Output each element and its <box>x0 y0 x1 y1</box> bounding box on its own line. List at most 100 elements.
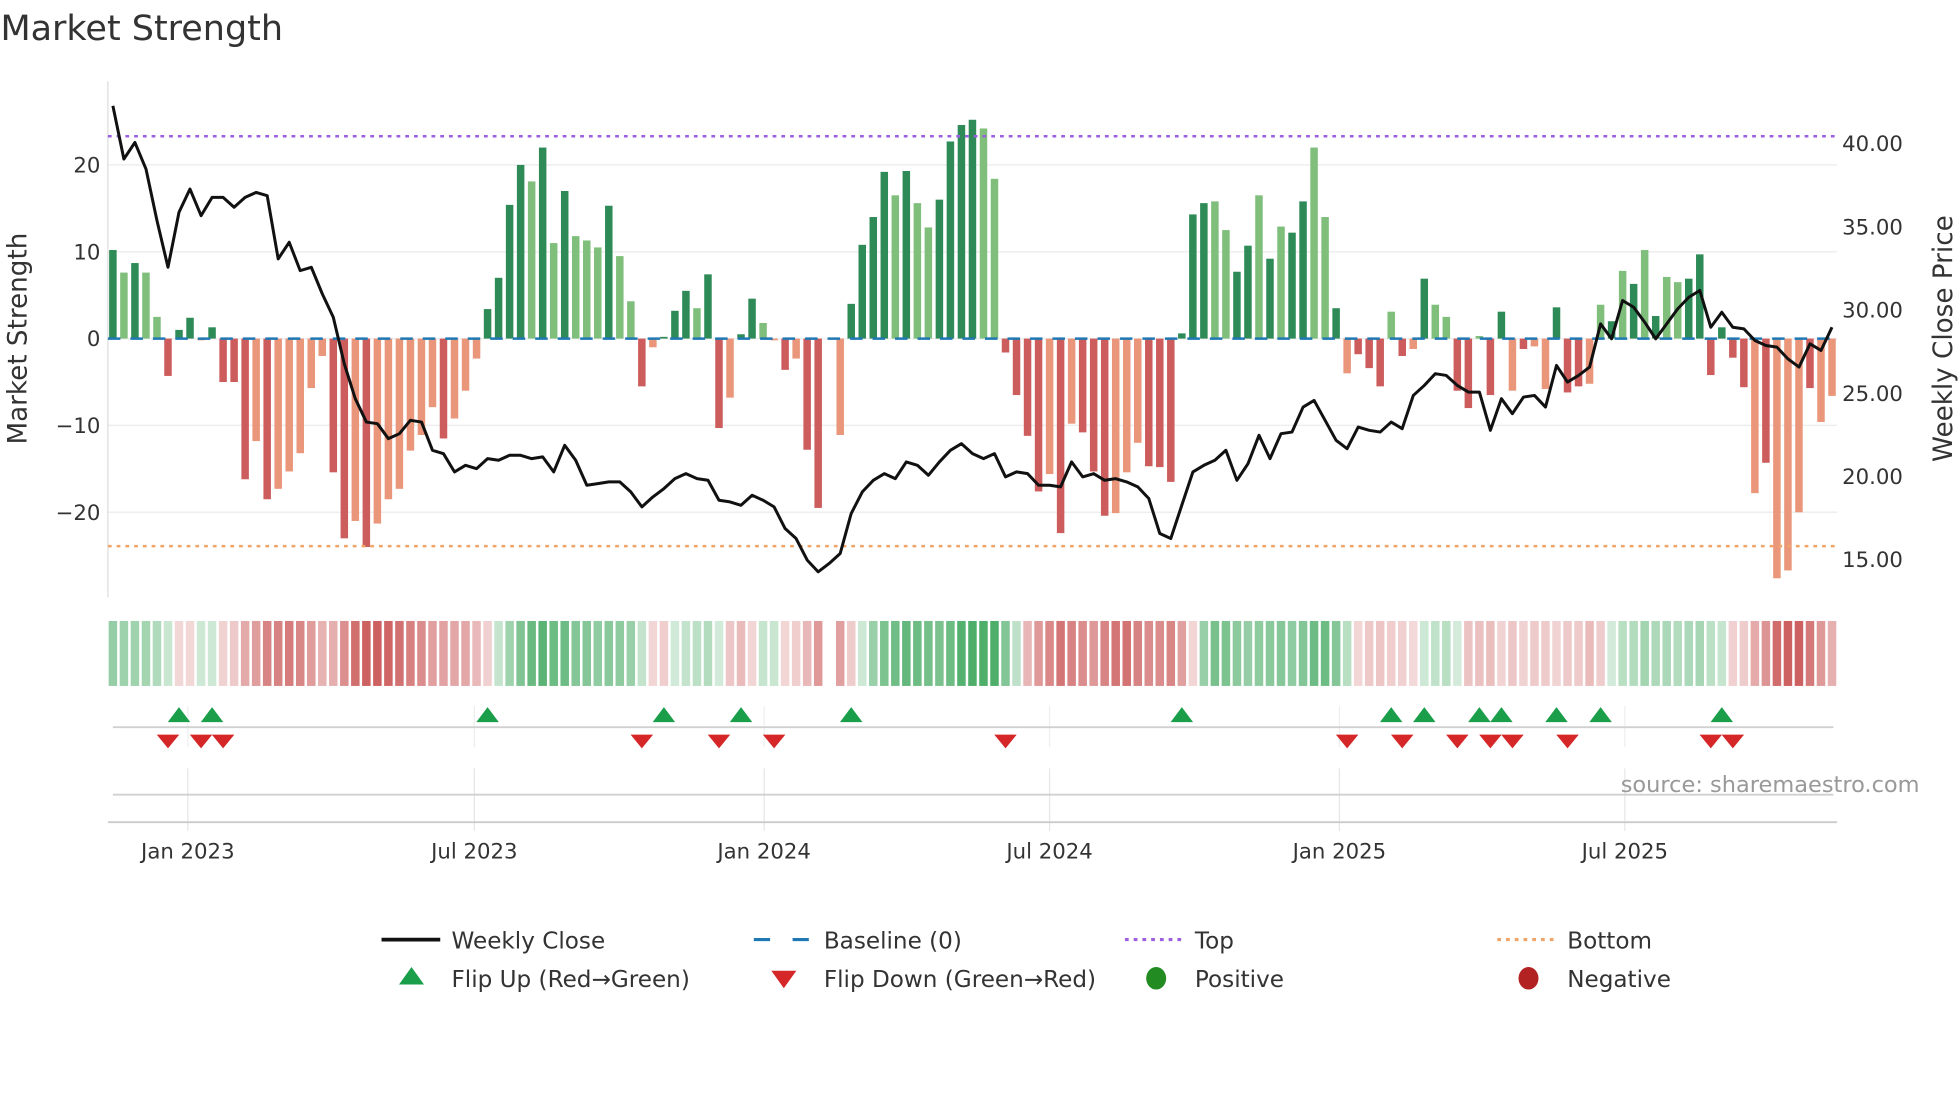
strip-cell <box>637 620 647 686</box>
strength-bar <box>230 338 238 383</box>
y2-tick-label: 25.00 <box>1842 382 1903 407</box>
strength-bar <box>285 338 293 472</box>
strip-cell <box>560 620 569 686</box>
strip-cell <box>406 620 415 686</box>
strip-cell <box>1717 620 1727 686</box>
strip-cell <box>1596 620 1605 686</box>
strip-cell <box>1585 620 1594 686</box>
strength-bar <box>605 205 613 339</box>
strip-cell <box>1651 620 1660 686</box>
flip-down-marker <box>630 734 654 749</box>
strength-bar <box>1541 338 1550 389</box>
strength-bar <box>1012 338 1021 396</box>
strip-cell <box>1673 620 1682 686</box>
strip-cell <box>1728 620 1738 686</box>
strip-cell <box>813 620 823 686</box>
strength-bar <box>307 338 316 389</box>
strip-cell <box>516 620 525 686</box>
strip-cell <box>141 620 151 686</box>
strip-cell <box>1243 620 1253 686</box>
strip-cell <box>240 620 250 686</box>
strip-cell <box>1475 620 1484 686</box>
y-tick-label: 10 <box>73 240 100 265</box>
strip-cell <box>1023 620 1032 686</box>
strength-bar <box>682 290 690 339</box>
strip-cell <box>1772 620 1782 686</box>
strength-bar <box>1563 338 1572 393</box>
x-tick-label: Jul 2025 <box>1580 839 1668 864</box>
strip-cell <box>1442 620 1451 686</box>
strip-cell <box>802 620 812 686</box>
strength-bar <box>594 247 602 339</box>
strength-bar <box>968 119 977 339</box>
strip-cell <box>307 620 316 686</box>
strength-bar <box>957 124 966 339</box>
strip-cell <box>1133 620 1143 686</box>
strength-bar <box>1145 338 1153 467</box>
strength-bar <box>1122 338 1131 473</box>
strength-bar <box>1266 258 1274 339</box>
strip-cell <box>957 620 966 686</box>
strength-bar <box>1387 311 1395 339</box>
strip-cell <box>1122 620 1131 686</box>
strip-cell <box>1574 620 1583 686</box>
strip-cell <box>428 620 437 686</box>
strength-bar <box>781 338 789 370</box>
chart-title: Market Strength <box>0 9 283 49</box>
strength-bar <box>153 316 161 339</box>
market-strength-chart: Market Strength 20 10 0 −10 −20 40.00 35.00 30… <box>0 9 1959 993</box>
legend-item: Bottom <box>1497 928 1652 954</box>
strip-cell <box>251 620 261 686</box>
y2-tick-label: 15.00 <box>1842 548 1903 573</box>
strip-cell <box>1453 620 1462 686</box>
strength-bar <box>583 240 591 339</box>
strength-bar <box>516 164 525 339</box>
strip-cell <box>946 620 955 686</box>
strip-cell <box>924 620 933 686</box>
strip-cell <box>218 620 228 686</box>
strength-bar <box>142 272 150 339</box>
strip-cell <box>1695 620 1705 686</box>
strength-bar <box>803 338 811 450</box>
strength-bar <box>164 338 172 376</box>
strength-bar <box>880 171 889 339</box>
strip-cell <box>935 620 944 686</box>
strip-cell <box>1541 620 1550 686</box>
strength-bar <box>1211 201 1219 339</box>
strip-cell <box>351 620 360 686</box>
strength-bar <box>704 274 712 339</box>
strip-cell <box>1827 620 1837 686</box>
flip-up-marker <box>1589 707 1612 723</box>
strip-cell <box>527 620 536 686</box>
x-axis-ticks: Jan 2023 Jul 2023 Jan 2024 Jul 2024 Jan 2025… <box>139 839 1668 864</box>
x-tick-label: Jan 2023 <box>139 839 235 864</box>
strength-bar <box>935 199 944 339</box>
strength-bar <box>1056 338 1065 534</box>
strip-cell <box>1409 620 1418 686</box>
strip-cell <box>1078 620 1087 686</box>
legend-item: Weekly Close <box>381 928 605 954</box>
strip-cell <box>703 620 713 686</box>
strip-cell <box>869 620 878 686</box>
strength-bar <box>1067 338 1076 424</box>
flip-up-marker <box>1710 707 1734 723</box>
flip-up-marker <box>1545 707 1568 723</box>
flip-up-marker <box>1413 707 1436 723</box>
strip-cell <box>1001 620 1010 686</box>
strip-cell <box>130 620 140 686</box>
strip-cell <box>1320 620 1330 686</box>
strength-bar <box>428 338 437 408</box>
strength-bars <box>109 119 1836 579</box>
strip-cell <box>1012 620 1021 686</box>
y2-axis-label: Weekly Close Price <box>1929 215 1959 462</box>
strength-bar <box>1343 338 1351 374</box>
x-tick-label: Jan 2025 <box>1291 839 1387 864</box>
strength-bar <box>869 217 878 339</box>
strength-bar <box>627 301 635 339</box>
strength-bar <box>847 303 855 339</box>
y-tick-label: −10 <box>56 414 101 439</box>
strength-bar <box>671 310 679 339</box>
strip-cell <box>1739 620 1749 686</box>
strip-cell <box>791 620 801 686</box>
strip-cell <box>1397 620 1407 686</box>
